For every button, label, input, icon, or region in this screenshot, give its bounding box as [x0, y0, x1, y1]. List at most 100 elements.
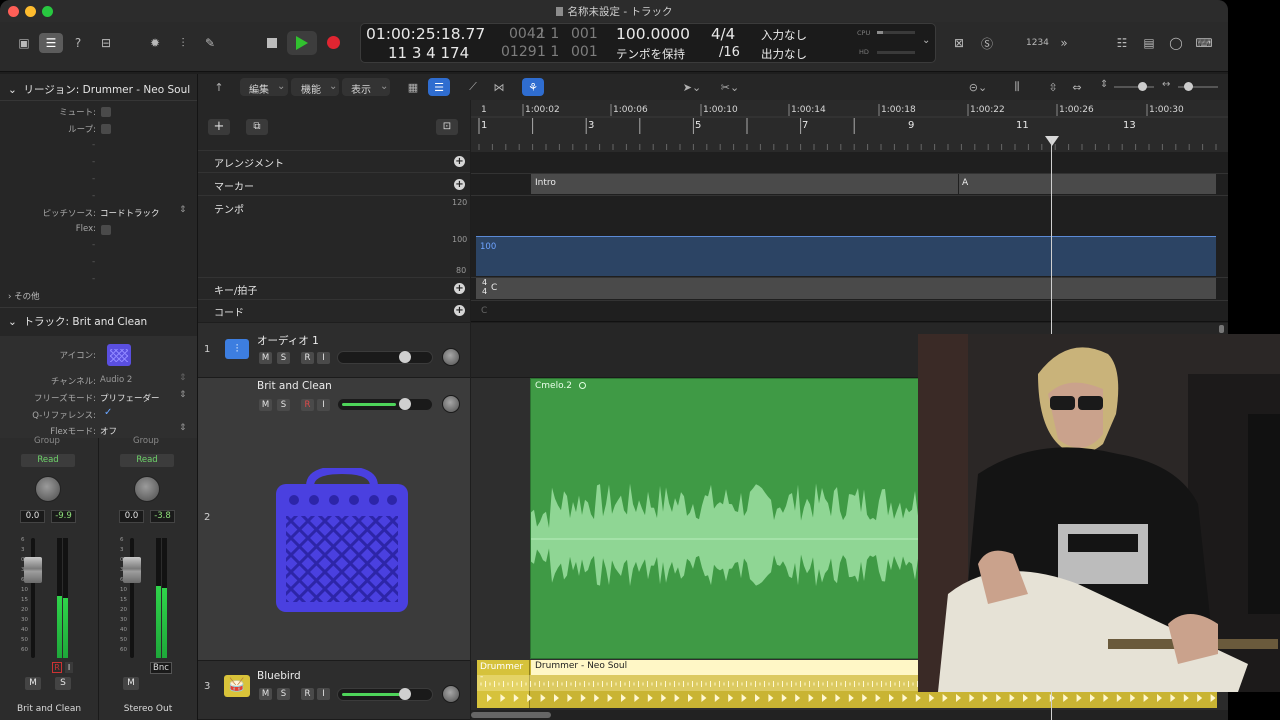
add-track-button[interactable]: + — [208, 119, 230, 135]
notepad-icon[interactable]: ▤ — [1137, 33, 1161, 53]
lcd-input[interactable]: 入力なし — [761, 27, 807, 43]
loop-checkbox[interactable] — [101, 124, 111, 134]
flex-checkbox[interactable] — [101, 225, 111, 235]
drummer-region-header[interactable]: Drummer - Neo Soul — [531, 660, 931, 675]
inspector-icon[interactable]: ☰ — [39, 33, 63, 53]
mute-button[interactable]: M — [259, 352, 272, 364]
scissors-tool-icon[interactable]: ✂⌄ — [716, 78, 744, 96]
vertical-zoom-slider[interactable] — [1114, 86, 1154, 88]
volume-knob[interactable] — [399, 688, 411, 700]
marker-intro[interactable]: Intro — [531, 174, 958, 194]
marker-a[interactable]: A — [959, 174, 1216, 194]
mute-button[interactable]: M — [123, 677, 139, 690]
lcd-tempo-mode[interactable]: テンポを保持 — [616, 46, 685, 62]
volume-knob[interactable] — [399, 398, 411, 410]
key-signature-region[interactable]: 4 4 C — [476, 278, 1216, 299]
solo-button[interactable]: S — [277, 688, 290, 700]
track-name[interactable]: Brit and Clean — [257, 380, 332, 392]
mute-button[interactable]: M — [25, 677, 41, 690]
lcd-tempo[interactable]: 100.0000 — [616, 25, 690, 43]
duplicate-track-icon[interactable]: ⧉ — [246, 119, 268, 135]
track-name[interactable]: Bluebird — [257, 670, 301, 682]
snap-icon[interactable]: ⊝⌄ — [964, 78, 992, 96]
tempo-curve[interactable]: 100 — [476, 236, 1216, 276]
quick-help-icon[interactable]: ? — [66, 33, 90, 53]
stop-button[interactable] — [262, 35, 282, 51]
level-value[interactable]: -9.9 — [51, 510, 76, 523]
browsers-icon[interactable]: ⌨ — [1192, 33, 1216, 53]
track-header-2[interactable]: 2 Brit and Clean M S R I — [198, 378, 470, 661]
vertical-zoom-knob[interactable] — [1138, 82, 1147, 91]
horizontal-zoom-knob[interactable] — [1184, 82, 1193, 91]
audio-region[interactable]: Cmelo.2 — [530, 378, 981, 659]
volume-fader-track[interactable] — [31, 538, 35, 658]
list-editors-icon[interactable]: ☷ — [1110, 33, 1134, 53]
loop-browser-icon[interactable]: ◯ — [1164, 33, 1188, 53]
solo-button[interactable]: S — [277, 399, 290, 411]
fit-horizontal-icon[interactable]: ⇔ — [1066, 78, 1088, 96]
chord-label[interactable]: C — [481, 306, 487, 316]
volume-knob[interactable] — [399, 351, 411, 363]
list-view-icon[interactable]: ☰ — [428, 78, 450, 96]
record-enable-button[interactable]: R — [301, 399, 314, 411]
audio-waveform-icon[interactable]: ⫶ — [225, 339, 249, 359]
track-header-1[interactable]: 1 ⫶ オーディオ 1 M S R I — [198, 323, 470, 378]
pan-knob[interactable] — [134, 476, 160, 502]
pitch-source-value[interactable]: コードトラック — [100, 207, 160, 219]
library-icon[interactable]: ▣ — [12, 33, 36, 53]
mute-button[interactable]: M — [259, 399, 272, 411]
pointer-tool-icon[interactable]: ➤⌄ — [678, 78, 706, 96]
catch-icon[interactable]: ⚘ — [522, 78, 544, 96]
channel-value[interactable]: Audio 2 — [100, 375, 132, 385]
pan-knob[interactable] — [35, 476, 61, 502]
updown-chevron-icon[interactable]: ⇕ — [179, 373, 187, 383]
pan-knob[interactable] — [442, 685, 460, 703]
drum-kit-icon[interactable]: 🥁 — [224, 675, 250, 697]
grid-view-icon[interactable]: ▦ — [402, 78, 424, 96]
playhead-handle[interactable] — [1045, 136, 1059, 146]
lcd-output[interactable]: 出力なし — [761, 46, 807, 62]
replace-icon[interactable]: ⊠ — [947, 33, 971, 53]
add-chord-icon[interactable]: + — [454, 305, 465, 316]
track-name[interactable]: オーディオ 1 — [257, 333, 319, 348]
editors-icon[interactable]: ✎ — [198, 33, 222, 53]
count-in-button[interactable]: 1234 — [1026, 38, 1049, 48]
record-enable-button[interactable]: R — [301, 352, 314, 364]
play-button[interactable] — [287, 31, 317, 55]
automation-icon[interactable]: ⟋ — [462, 78, 484, 96]
solo-icon[interactable]: Ⓢ — [975, 33, 999, 53]
pan-knob[interactable] — [442, 395, 460, 413]
flex-icon[interactable]: ⋈ — [488, 78, 510, 96]
vertical-scrollbar[interactable] — [1219, 325, 1224, 333]
region-header[interactable]: ⌄ リージョン: Drummer - Neo Soul — [8, 82, 190, 97]
amp-track-icon[interactable] — [107, 344, 131, 366]
volume-slider[interactable] — [337, 688, 433, 701]
add-marker-icon[interactable]: + — [454, 179, 465, 190]
volume-fader-track[interactable] — [130, 538, 134, 658]
flex-mode-value[interactable]: オフ — [100, 425, 117, 437]
function-menu[interactable]: 機能 — [301, 81, 321, 96]
volume-slider[interactable] — [337, 351, 433, 364]
fit-vertical-icon[interactable]: ⇳ — [1042, 78, 1064, 96]
solo-button[interactable]: S — [277, 352, 290, 364]
group-label[interactable]: Group — [133, 436, 159, 446]
freeze-mode-value[interactable]: プリフェーダー — [100, 392, 160, 404]
bounce-button[interactable]: Bnc — [150, 662, 172, 674]
volume-fader[interactable] — [123, 557, 141, 583]
folder-icon[interactable]: ⊡ — [436, 119, 458, 135]
toolbar-icon[interactable]: ⊟ — [94, 33, 118, 53]
lcd-division[interactable]: /16 — [719, 45, 740, 60]
automation-read-button[interactable]: Read — [120, 454, 174, 467]
add-key-signature-icon[interactable]: + — [454, 283, 465, 294]
mute-button[interactable]: M — [259, 688, 272, 700]
updown-chevron-icon[interactable]: ⇕ — [179, 205, 187, 215]
horizontal-scrollbar[interactable] — [471, 710, 1228, 720]
volume-fader[interactable] — [24, 557, 42, 583]
smart-controls-icon[interactable]: ✹ — [143, 33, 167, 53]
more-chevron-icon[interactable]: » — [1052, 33, 1076, 53]
level-value[interactable]: -3.8 — [150, 510, 175, 523]
pan-knob[interactable] — [442, 348, 460, 366]
add-arrangement-icon[interactable]: + — [454, 156, 465, 167]
input-monitor-button[interactable]: I — [317, 688, 330, 700]
solo-button[interactable]: S — [55, 677, 71, 690]
